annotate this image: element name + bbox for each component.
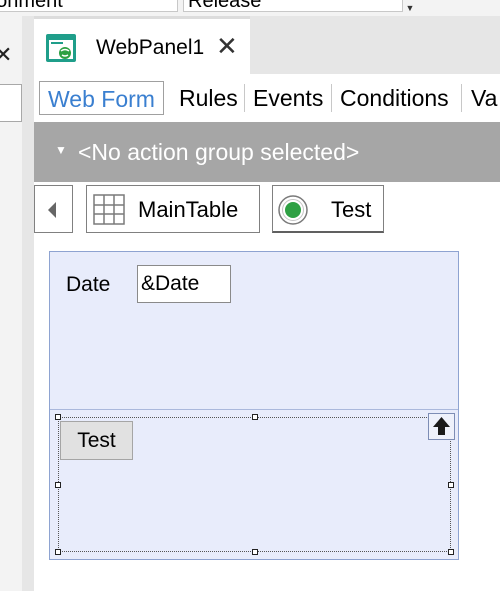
action-group-label: <No action group selected> <box>78 139 360 165</box>
radio-selected-icon <box>278 195 308 225</box>
test-control-label: Test <box>331 197 372 222</box>
tab-variables[interactable]: Va <box>471 81 497 115</box>
resize-handle-s[interactable] <box>252 549 258 555</box>
table-grid-icon <box>93 194 125 225</box>
arrow-up-icon <box>433 417 450 435</box>
webpanel-icon <box>46 34 76 62</box>
chevron-down-icon[interactable]: ▼ <box>404 1 416 15</box>
top-toolbar: vironment Release ▼ <box>0 0 500 16</box>
tab-webpanel1[interactable]: WebPanel1 ✕ <box>34 16 250 74</box>
panel-splitter[interactable] <box>22 16 34 591</box>
configuration-combo[interactable]: Release <box>183 0 403 12</box>
designer-surface: Date &Date Test <box>34 238 500 591</box>
tab-conditions[interactable]: Conditions <box>340 81 449 115</box>
date-label: Date <box>66 273 111 296</box>
tab-events[interactable]: Events <box>253 81 323 115</box>
tab-web-form[interactable]: Web Form <box>39 81 164 115</box>
action-group-bar[interactable]: ▼ <No action group selected> <box>34 122 500 182</box>
date-field-value: &Date <box>141 272 200 295</box>
date-field[interactable]: &Date <box>137 265 231 303</box>
back-button[interactable] <box>34 185 73 233</box>
maintable-button[interactable]: MainTable <box>86 185 260 233</box>
left-panel-input[interactable] <box>0 84 22 122</box>
editor-tabs: Web Form Rules Events Conditions Va <box>34 74 500 122</box>
resize-handle-w[interactable] <box>55 482 61 488</box>
tab-separator <box>461 84 462 112</box>
resize-handle-e[interactable] <box>448 482 454 488</box>
test-control-button[interactable]: Test <box>272 185 384 233</box>
left-panel: ✕ <box>0 16 22 591</box>
test-button[interactable]: Test <box>60 421 133 460</box>
document-tab-bar: WebPanel1 ✕ <box>34 16 500 74</box>
close-icon[interactable]: ✕ <box>0 44 12 66</box>
control-path-bar: MainTable Test <box>34 182 500 238</box>
resize-handle-sw[interactable] <box>55 549 61 555</box>
maintable-label: MainTable <box>138 197 239 222</box>
environment-value: vironment <box>0 0 63 12</box>
tab-separator <box>244 84 245 112</box>
configuration-value: Release <box>188 0 262 12</box>
close-tab-icon[interactable]: ✕ <box>216 33 238 59</box>
resize-handle-nw[interactable] <box>55 414 61 420</box>
form-canvas[interactable]: Date &Date Test <box>49 251 459 560</box>
environment-combo[interactable]: vironment <box>0 0 178 12</box>
table-row-divider <box>50 409 458 410</box>
tab-separator <box>331 84 332 112</box>
caret-down-icon[interactable]: ▼ <box>55 144 67 156</box>
select-parent-button[interactable] <box>428 413 455 440</box>
resize-handle-se[interactable] <box>448 549 454 555</box>
tab-title: WebPanel1 <box>96 36 205 59</box>
tab-rules[interactable]: Rules <box>179 81 238 115</box>
chevron-left-icon <box>48 202 56 218</box>
resize-handle-n[interactable] <box>252 414 258 420</box>
